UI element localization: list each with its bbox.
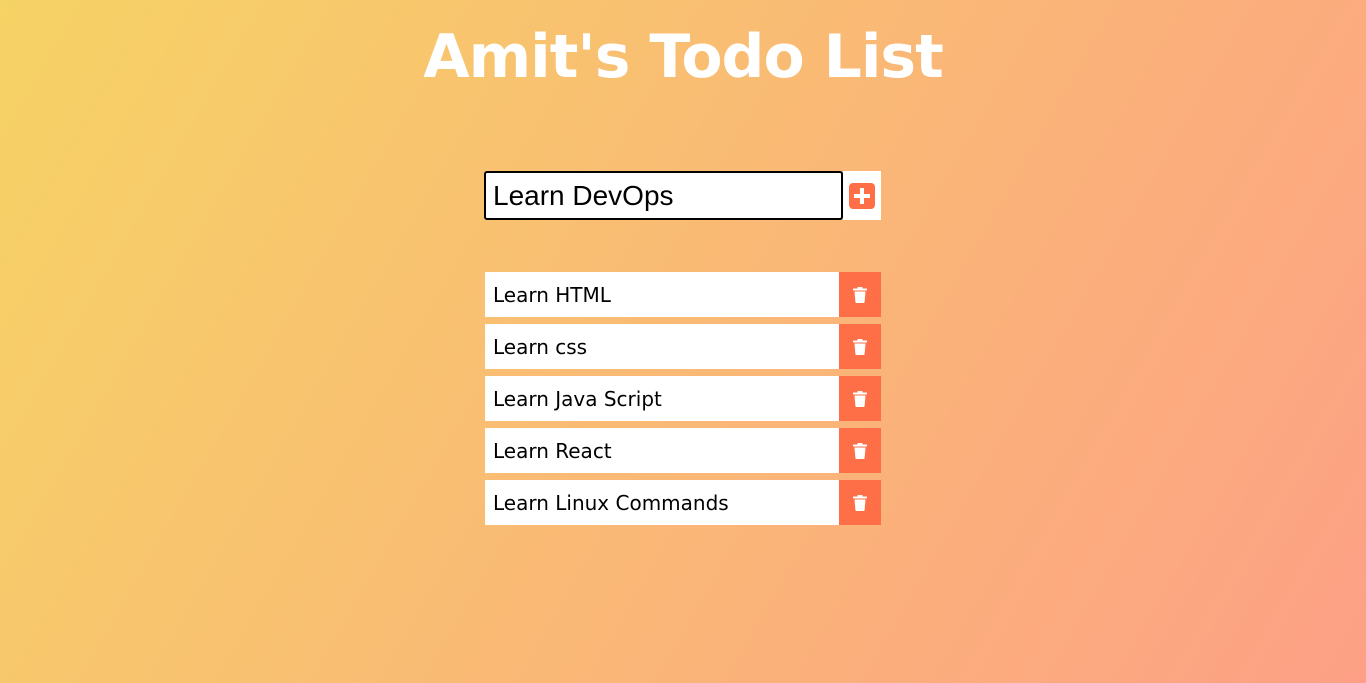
todo-list: Learn HTML Learn css Learn Java Script L… — [485, 272, 881, 532]
delete-todo-button[interactable] — [839, 324, 881, 369]
todo-item-text: Learn HTML — [493, 282, 611, 307]
todo-input[interactable] — [484, 171, 843, 220]
todo-item-text: Learn css — [493, 334, 588, 359]
delete-todo-button[interactable] — [839, 272, 881, 317]
trash-icon — [853, 390, 867, 407]
todo-item: Learn Linux Commands — [485, 480, 881, 525]
add-todo-button[interactable] — [843, 171, 881, 220]
todo-item: Learn HTML — [485, 272, 881, 317]
todo-form — [484, 171, 881, 220]
delete-todo-button[interactable] — [839, 428, 881, 473]
todo-item-text: Learn Java Script — [493, 386, 662, 411]
page-title: Amit's Todo List — [423, 22, 944, 92]
todo-item: Learn React — [485, 428, 881, 473]
trash-icon — [853, 494, 867, 511]
trash-icon — [853, 286, 867, 303]
delete-todo-button[interactable] — [839, 480, 881, 525]
plus-square-icon — [849, 182, 875, 209]
todo-item: Learn css — [485, 324, 881, 369]
todo-item-text: Learn Linux Commands — [493, 490, 729, 515]
trash-icon — [853, 442, 867, 459]
trash-icon — [853, 338, 867, 355]
delete-todo-button[interactable] — [839, 376, 881, 421]
todo-item: Learn Java Script — [485, 376, 881, 421]
todo-item-text: Learn React — [493, 438, 612, 463]
